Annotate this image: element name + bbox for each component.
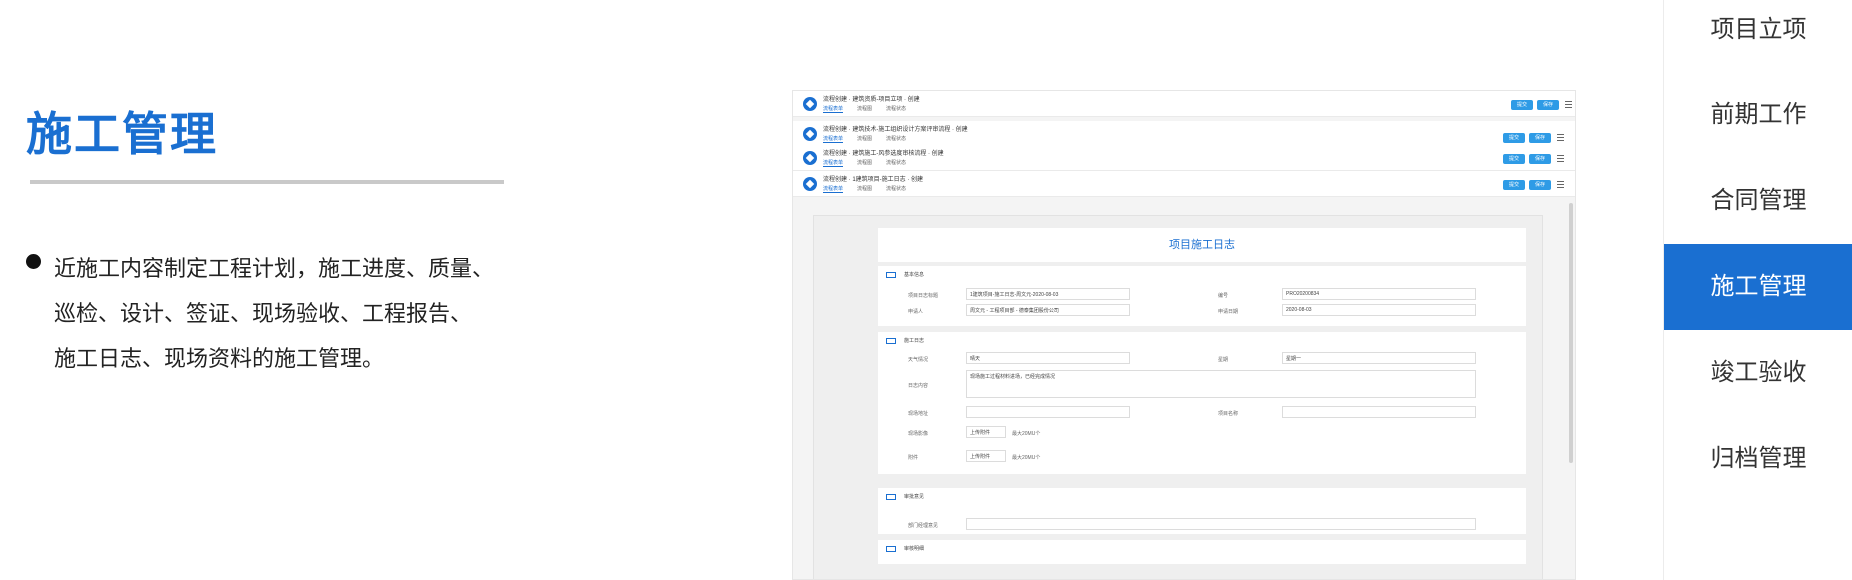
subtab-status[interactable]: 流程状态 xyxy=(886,160,906,166)
detail-panel: 审核明细 xyxy=(878,540,1526,564)
bullet-line: 施工日志、现场资料的施工管理。 xyxy=(54,346,385,371)
subtab-flowchart[interactable]: 流程图 xyxy=(857,186,872,192)
project-name-field[interactable] xyxy=(1282,406,1476,418)
nav-item-archive[interactable]: 归档管理 xyxy=(1664,416,1852,502)
applicant-field[interactable]: 周文元 - 工程项目部 - 德泰集团股份公司 xyxy=(966,304,1130,316)
submit-button[interactable]: 提交 xyxy=(1503,154,1525,164)
field-label: 申请人 xyxy=(908,309,924,315)
subtab-form[interactable]: 流程表单 xyxy=(823,136,844,143)
nav-item-construction[interactable]: 施工管理 xyxy=(1664,244,1852,330)
app-logo-icon xyxy=(803,127,817,141)
weekday-select[interactable]: 星期一 xyxy=(1282,352,1476,364)
bullet-dot-icon xyxy=(26,254,41,269)
log-panel: 施工日志 天气情况 晴天 星期 星期一 日志内容 现场施工过程材料进场，已经完成… xyxy=(878,332,1526,474)
feature-bullet: 近施工内容制定工程计划，施工进度、质量、 巡检、设计、签证、现场验收、工程报告、… xyxy=(26,246,546,381)
process-tab[interactable]: 流程创建 · 建筑施工-风参选度审核流程 · 创建 流程表单 流程图 流程状态 提交… xyxy=(793,145,1575,171)
submit-button[interactable]: 提交 xyxy=(1511,100,1533,110)
subject-field[interactable]: 1建筑项目-施工日志-周文元-2020-08-03 xyxy=(966,288,1130,300)
tab-title: 流程创建 · 1建筑项目-施工日志 · 创建 xyxy=(823,177,923,183)
collapse-icon[interactable] xyxy=(886,337,896,344)
nav-item-project-setup[interactable]: 项目立项 xyxy=(1664,0,1852,73)
subtab-form[interactable]: 流程表单 xyxy=(823,160,844,167)
collapse-icon[interactable] xyxy=(886,493,896,500)
subtab-form[interactable]: 流程表单 xyxy=(823,186,844,193)
subtab-flowchart[interactable]: 流程图 xyxy=(857,160,872,166)
scrollbar[interactable] xyxy=(1569,203,1573,463)
bullet-line: 近施工内容制定工程计划，施工进度、质量、 xyxy=(54,256,495,281)
field-label: 日志内容 xyxy=(908,383,929,389)
subtab-status[interactable]: 流程状态 xyxy=(886,106,906,112)
app-screenshot: 流程创建 · 建筑资质-项目立项 · 创建 流程表单 流程图 流程状态 提交 保存 … xyxy=(792,90,1576,580)
field-label: 项目名称 xyxy=(1218,411,1239,417)
app-logo-icon xyxy=(803,97,817,111)
menu-icon[interactable] xyxy=(1557,134,1564,141)
submit-button[interactable]: 提交 xyxy=(1503,180,1525,190)
save-button[interactable]: 保存 xyxy=(1529,180,1551,190)
date-field[interactable]: 2020-08-03 xyxy=(1282,304,1476,316)
upload-hint: 最大20MU个 xyxy=(1012,431,1041,437)
approval-header: 审批意见 xyxy=(886,493,924,500)
tab-title: 流程创建 · 建筑技术-施工组织设计方案评审流程 · 创建 xyxy=(823,127,968,133)
field-label: 申请日期 xyxy=(1218,309,1239,315)
menu-icon[interactable] xyxy=(1557,181,1564,188)
process-tab[interactable]: 流程创建 · 建筑技术-施工组织设计方案评审流程 · 创建 流程表单 流程图 流程状… xyxy=(793,121,1575,147)
upload-hint: 最大20MU个 xyxy=(1012,455,1041,461)
nav-item-contract[interactable]: 合同管理 xyxy=(1664,158,1852,244)
field-label: 星期 xyxy=(1218,357,1229,363)
section-title: 施工管理 xyxy=(26,108,218,160)
section-intro: 施工管理 近施工内容制定工程计划，施工进度、质量、 巡检、设计、签证、现场验收、… xyxy=(26,0,546,580)
menu-icon[interactable] xyxy=(1565,101,1572,108)
menu-icon[interactable] xyxy=(1557,155,1564,162)
form-canvas: 项目施工日志 基本信息 项目日志标题 1建筑项目-施工日志-周文元-2020-0… xyxy=(813,215,1543,579)
log-header: 施工日志 xyxy=(886,337,924,344)
subtab-flowchart[interactable]: 流程图 xyxy=(857,136,872,142)
subtab-flowchart[interactable]: 流程图 xyxy=(857,106,872,112)
save-button[interactable]: 保存 xyxy=(1529,154,1551,164)
field-label: 编号 xyxy=(1218,293,1229,299)
nav-item-preliminary[interactable]: 前期工作 xyxy=(1664,72,1852,158)
upload-button[interactable]: 上传附件 xyxy=(966,426,1006,438)
process-tab[interactable]: 流程创建 · 建筑资质-项目立项 · 创建 流程表单 流程图 流程状态 提交 保存 xyxy=(793,91,1575,117)
save-button[interactable]: 保存 xyxy=(1537,100,1559,110)
number-field[interactable]: PRO20200834 xyxy=(1282,288,1476,300)
field-label: 部门经理意见 xyxy=(908,523,939,529)
form-title: 项目施工日志 xyxy=(878,228,1526,262)
upload-button[interactable]: 上传附件 xyxy=(966,450,1006,462)
field-label: 天气情况 xyxy=(908,357,929,363)
collapse-icon[interactable] xyxy=(886,271,896,278)
field-label: 现场影像 xyxy=(908,431,929,437)
subtab-status[interactable]: 流程状态 xyxy=(886,136,906,142)
save-button[interactable]: 保存 xyxy=(1529,133,1551,143)
collapse-icon[interactable] xyxy=(886,545,896,552)
field-label: 现场地址 xyxy=(908,411,929,417)
approval-panel: 审批意见 部门经理意见 xyxy=(878,488,1526,534)
subtab-form[interactable]: 流程表单 xyxy=(823,106,844,113)
process-tab-active[interactable]: 流程创建 · 1建筑项目-施工日志 · 创建 流程表单 流程图 流程状态 提交 保存 xyxy=(793,171,1575,197)
app-logo-icon xyxy=(803,177,817,191)
site-address-field[interactable] xyxy=(966,406,1130,418)
tab-title: 流程创建 · 建筑资质-项目立项 · 创建 xyxy=(823,97,920,103)
weather-select[interactable]: 晴天 xyxy=(966,352,1130,364)
app-logo-icon xyxy=(803,151,817,165)
tab-title: 流程创建 · 建筑施工-风参选度审核流程 · 创建 xyxy=(823,151,944,157)
field-label: 附件 xyxy=(908,455,919,461)
subtab-status[interactable]: 流程状态 xyxy=(886,186,906,192)
basic-info-header: 基本信息 xyxy=(886,271,924,278)
log-content-textarea[interactable]: 现场施工过程材料进场，已经完成情况 xyxy=(966,370,1476,398)
field-label: 项目日志标题 xyxy=(908,293,939,299)
bullet-line: 巡检、设计、签证、现场验收、工程报告、 xyxy=(54,301,473,326)
detail-header: 审核明细 xyxy=(886,545,924,552)
nav-item-acceptance[interactable]: 竣工验收 xyxy=(1664,330,1852,416)
section-nav: 项目立项 前期工作 合同管理 施工管理 竣工验收 归档管理 xyxy=(1663,0,1852,580)
title-divider xyxy=(30,180,504,184)
submit-button[interactable]: 提交 xyxy=(1503,133,1525,143)
dept-opinion-field[interactable] xyxy=(966,518,1476,530)
basic-info-panel: 基本信息 项目日志标题 1建筑项目-施工日志-周文元-2020-08-03 编号… xyxy=(878,266,1526,326)
